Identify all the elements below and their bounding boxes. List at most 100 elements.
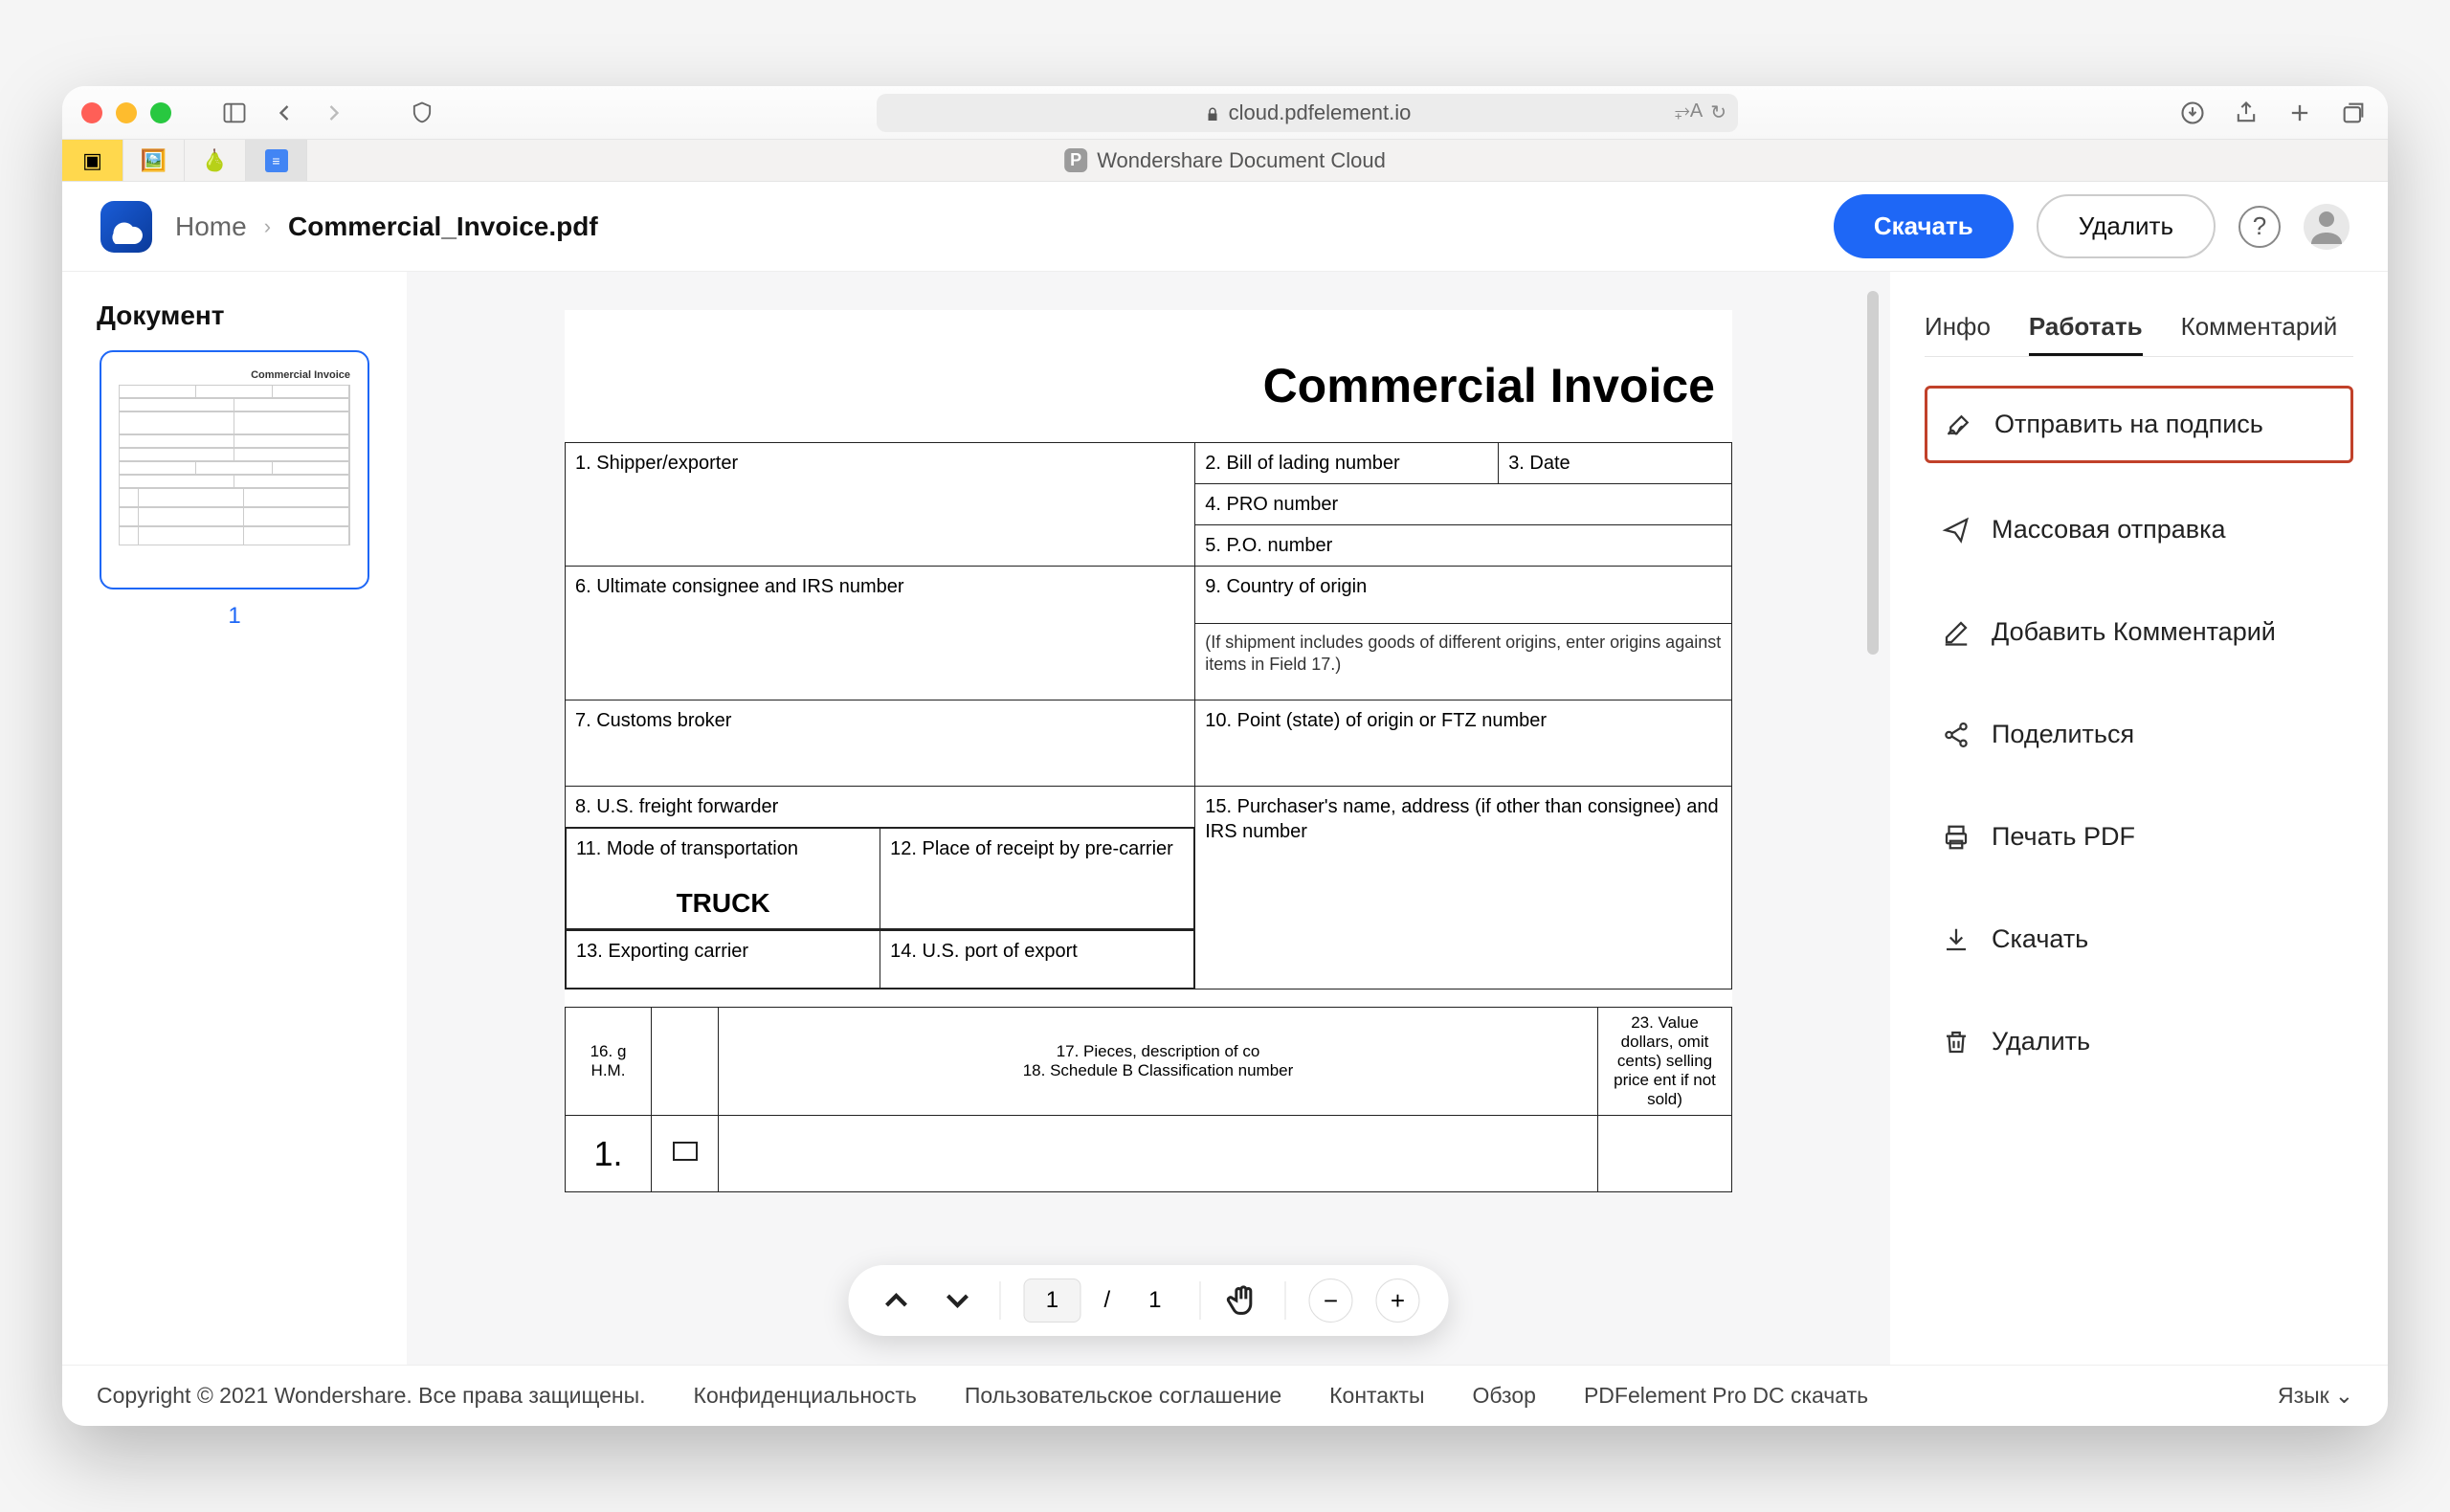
- field-po-number: 5. P.O. number: [1195, 525, 1732, 567]
- tabs-overview-icon[interactable]: [2338, 100, 2369, 126]
- zoom-out-icon[interactable]: −: [1309, 1279, 1353, 1323]
- tab-title: Wondershare Document Cloud: [1097, 148, 1386, 173]
- footer-privacy[interactable]: Конфиденциальность: [694, 1383, 917, 1409]
- back-icon[interactable]: [269, 100, 300, 126]
- invoice-form: 1. Shipper/exporter 2. Bill of lading nu…: [565, 442, 1732, 989]
- tab-comment[interactable]: Комментарий: [2181, 300, 2338, 356]
- language-selector[interactable]: Язык ⌄: [2278, 1383, 2353, 1409]
- action-add-comment[interactable]: Добавить Комментарий: [1925, 596, 2353, 668]
- address-bar[interactable]: cloud.pdfelement.io ⥅A ↻: [877, 94, 1738, 132]
- avatar[interactable]: [2304, 204, 2350, 250]
- signature-icon: [1945, 411, 1973, 439]
- footer-download-pro[interactable]: PDFelement Pro DC скачать: [1584, 1383, 1868, 1409]
- lower-table: 16. g H.M. 17. Pieces, description of co…: [565, 1007, 1732, 1192]
- app-logo-icon[interactable]: [100, 201, 152, 253]
- row-1-checkbox[interactable]: [673, 1142, 698, 1161]
- footer: Copyright © 2021 Wondershare. Все права …: [62, 1365, 2388, 1426]
- document-viewer: Commercial Invoice 1. Shipper/exporter 2…: [407, 272, 1890, 1365]
- action-download-label: Скачать: [1992, 924, 2088, 954]
- download-button[interactable]: Скачать: [1834, 194, 2014, 258]
- shield-icon[interactable]: [407, 100, 437, 126]
- field-bill-lading: 2. Bill of lading number: [1195, 443, 1499, 484]
- field-point-origin: 10. Point (state) of origin or FTZ numbe…: [1195, 700, 1732, 787]
- col-16: 16. g H.M.: [566, 1008, 652, 1116]
- downloads-icon[interactable]: [2177, 100, 2208, 126]
- action-delete[interactable]: Удалить: [1925, 1006, 2353, 1078]
- trash-icon: [1942, 1028, 1971, 1056]
- share-icon[interactable]: [2231, 100, 2261, 126]
- new-tab-icon[interactable]: [2284, 100, 2315, 126]
- url-text: cloud.pdfelement.io: [1229, 100, 1412, 125]
- tab-work[interactable]: Работать: [2029, 300, 2143, 356]
- action-print[interactable]: Печать PDF: [1925, 801, 2353, 873]
- chevron-down-icon: ⌄: [2335, 1383, 2353, 1409]
- field-customs-broker: 7. Customs broker: [566, 700, 1195, 787]
- field-exporting-carrier: 13. Exporting carrier: [567, 931, 880, 989]
- breadcrumb-filename: Commercial_Invoice.pdf: [288, 211, 598, 242]
- action-send-signature[interactable]: Отправить на подпись: [1925, 386, 2353, 463]
- close-window-icon[interactable]: [81, 102, 102, 123]
- field-port-export: 14. U.S. port of export: [880, 931, 1194, 989]
- current-page-input[interactable]: [1023, 1279, 1080, 1323]
- pinned-tab-2[interactable]: 🖼️: [123, 140, 185, 181]
- tab-info[interactable]: Инфо: [1925, 300, 1991, 356]
- action-share[interactable]: Поделиться: [1925, 699, 2353, 770]
- footer-review[interactable]: Обзор: [1473, 1383, 1536, 1409]
- right-panel: Инфо Работать Комментарий Отправить на п…: [1890, 272, 2388, 1365]
- browser-tabs-row: ▣ 🖼️ 🍐 ≡ P Wondershare Document Cloud: [62, 140, 2388, 182]
- main-area: Документ Commercial Invoice 1: [62, 272, 2388, 1365]
- printer-icon: [1942, 823, 1971, 852]
- right-tabs: Инфо Работать Комментарий: [1925, 300, 2353, 357]
- footer-copyright: Copyright © 2021 Wondershare. Все права …: [97, 1383, 646, 1409]
- prev-page-icon[interactable]: [877, 1281, 915, 1320]
- action-add-comment-label: Добавить Комментарий: [1992, 617, 2276, 647]
- help-icon[interactable]: ?: [2238, 206, 2281, 248]
- tab-favicon: P: [1064, 148, 1087, 172]
- field-place-receipt: 12. Place of receipt by pre-carrier: [880, 829, 1194, 929]
- reload-icon[interactable]: ↻: [1710, 100, 1726, 124]
- document-page: Commercial Invoice 1. Shipper/exporter 2…: [565, 310, 1732, 1192]
- pinned-tab-3[interactable]: 🍐: [185, 140, 246, 181]
- field-country-origin: 9. Country of origin: [1195, 567, 1732, 624]
- field-mode-transport: 11. Mode of transportation: [576, 836, 870, 861]
- next-page-icon[interactable]: [938, 1281, 976, 1320]
- page-separator: /: [1103, 1287, 1110, 1314]
- field-mode-value: TRUCK: [576, 861, 870, 921]
- footer-contacts[interactable]: Контакты: [1329, 1383, 1424, 1409]
- browser-window: cloud.pdfelement.io ⥅A ↻ ▣: [62, 86, 2388, 1426]
- pinned-tab-1[interactable]: ▣: [62, 140, 123, 181]
- minimize-window-icon[interactable]: [116, 102, 137, 123]
- footer-agreement[interactable]: Пользовательское соглашение: [965, 1383, 1281, 1409]
- scrollbar[interactable]: [1867, 291, 1879, 655]
- col-23: 23. Value dollars, omit cents) selling p…: [1598, 1008, 1732, 1116]
- chevron-right-icon: ›: [264, 214, 271, 239]
- field-consignee: 6. Ultimate consignee and IRS number: [566, 567, 1195, 700]
- delete-button[interactable]: Удалить: [2037, 194, 2216, 258]
- action-bulk-send[interactable]: Массовая отправка: [1925, 494, 2353, 566]
- field-shipper: 1. Shipper/exporter: [566, 443, 1195, 567]
- sidebar-toggle-icon[interactable]: [219, 100, 250, 126]
- pinned-tab-4[interactable]: ≡: [246, 140, 307, 181]
- translate-icon[interactable]: ⥅A: [1675, 100, 1703, 124]
- action-list: Отправить на подпись Массовая отправка Д…: [1925, 386, 2353, 1078]
- forward-icon[interactable]: [319, 100, 349, 126]
- zoom-in-icon[interactable]: +: [1376, 1279, 1420, 1323]
- action-download[interactable]: Скачать: [1925, 903, 2353, 975]
- maximize-window-icon[interactable]: [150, 102, 171, 123]
- send-icon: [1942, 516, 1971, 545]
- total-pages: 1: [1133, 1287, 1176, 1314]
- window-controls: [81, 102, 171, 123]
- thumbnail-panel: Документ Commercial Invoice 1: [62, 272, 407, 1365]
- thumbnail-preview: Commercial Invoice: [111, 362, 358, 578]
- browser-titlebar: cloud.pdfelement.io ⥅A ↻: [62, 86, 2388, 140]
- document-title: Commercial Invoice: [565, 358, 1732, 442]
- action-print-label: Печать PDF: [1992, 822, 2135, 852]
- panel-title: Документ: [97, 300, 225, 331]
- page-thumbnail[interactable]: Commercial Invoice: [100, 350, 369, 589]
- field-pro-number: 4. PRO number: [1195, 484, 1732, 525]
- download-icon: [1942, 925, 1971, 954]
- field-date: 3. Date: [1499, 443, 1732, 484]
- hand-tool-icon[interactable]: [1224, 1281, 1262, 1320]
- breadcrumb-home[interactable]: Home: [175, 211, 247, 242]
- action-bulk-send-label: Массовая отправка: [1992, 515, 2226, 545]
